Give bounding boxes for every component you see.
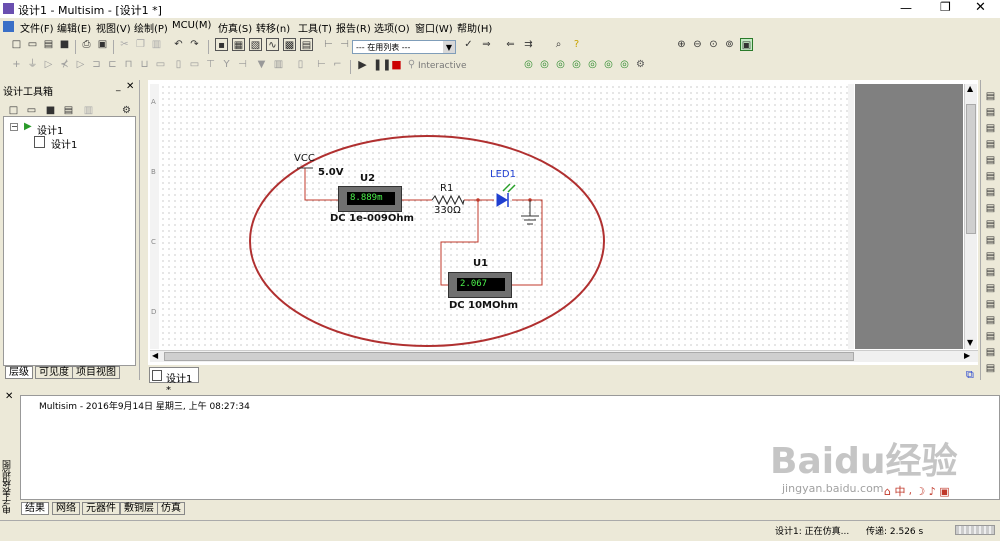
agilent-generator-icon[interactable]: ▤: [984, 314, 997, 327]
u2-description: DC 1e-009Ohm: [330, 213, 414, 224]
r1-label: R1: [440, 183, 454, 194]
simulation-progress: [955, 525, 995, 535]
resistor-r1: [431, 194, 465, 206]
tray-icons: ⌂ 中 ⸴ ☽ ♪ ▣: [884, 483, 984, 498]
u2-display: 8.889m: [347, 192, 395, 205]
led-label: LED1: [490, 169, 516, 180]
four-channel-oscilloscope-icon[interactable]: ▤: [984, 154, 997, 167]
logic-converter-icon[interactable]: ▤: [984, 218, 997, 231]
vcc-value: 5.0V: [318, 167, 344, 178]
wattmeter-icon[interactable]: ▤: [984, 122, 997, 135]
tab-results[interactable]: 结果: [21, 502, 49, 515]
junction-1: [476, 198, 480, 202]
tab-nets[interactable]: 网络: [52, 502, 80, 515]
scroll-right-icon[interactable]: ▶: [964, 351, 970, 360]
horizontal-scrollbar[interactable]: ◀ ▶: [150, 350, 978, 362]
logic-analyzer-icon[interactable]: ▤: [984, 234, 997, 247]
horizontal-scroll-thumb[interactable]: [164, 352, 854, 361]
scroll-left-icon[interactable]: ◀: [152, 351, 158, 360]
oscilloscope-icon[interactable]: ▤: [984, 138, 997, 151]
scroll-up-icon[interactable]: ▲: [967, 84, 973, 93]
scroll-down-icon[interactable]: ▼: [967, 338, 973, 347]
tab-design1[interactable]: 设计1 *: [149, 367, 199, 396]
agilent-multimeter-icon[interactable]: ▤: [984, 330, 997, 343]
watermark: Baidu经验 jingyan.baidu.com: [770, 432, 970, 512]
current-probe-icon[interactable]: ▤: [984, 362, 997, 375]
distortion-analyzer-icon[interactable]: ▤: [984, 266, 997, 279]
ground-symbol: [521, 200, 539, 225]
spreadsheet-side-title: 电子表格视图: [3, 460, 13, 514]
vcc-label: VCC: [294, 153, 315, 164]
r1-value: 330Ω: [434, 205, 461, 216]
simulation-state: 设计1: 正在仿真...: [775, 527, 850, 537]
tab-components[interactable]: 元器件: [82, 502, 120, 515]
transient-time: 传递: 2.526 s: [866, 527, 924, 537]
spectrum-analyzer-icon[interactable]: ▤: [984, 282, 997, 295]
vertical-scrollbar[interactable]: ▲ ▼: [964, 84, 977, 349]
network-analyzer-icon[interactable]: ▤: [984, 298, 997, 311]
sheet-nav-icon[interactable]: ⧉: [966, 368, 974, 382]
ammeter-u2[interactable]: 8.889m: [338, 186, 402, 212]
instruments-toolbar: ▤ ▤ ▤ ▤ ▤ ▤ ▤ ▤ ▤ ▤ ▤ ▤ ▤ ▤ ▤ ▤ ▤ ▤: [980, 80, 1000, 380]
watermark-url: jingyan.baidu.com: [782, 482, 884, 495]
led-symbol: [496, 183, 516, 207]
tektronix-scope-icon[interactable]: ▤: [984, 346, 997, 359]
u2-label: U2: [360, 173, 376, 184]
multimeter-icon[interactable]: ▤: [984, 90, 997, 103]
function-generator-icon[interactable]: ▤: [984, 106, 997, 119]
status-bar: 设计1: 正在仿真... 传递: 2.526 s: [0, 520, 1000, 541]
spreadsheet-tabs: 结果 网络 元器件 敷铜层 仿真: [20, 502, 520, 517]
bottom-close-icon[interactable]: ✕: [5, 391, 13, 402]
tray-icon[interactable]: ⌂ 中 ⸴ ☽ ♪ ▣: [884, 485, 950, 498]
watermark-brand: Baidu经验: [770, 441, 958, 482]
tab-copper-layers[interactable]: 敷铜层: [120, 502, 158, 515]
frequency-counter-icon[interactable]: ▤: [984, 186, 997, 199]
wire-u1-right: [511, 199, 543, 286]
word-generator-icon[interactable]: ▤: [984, 202, 997, 215]
voltmeter-u1[interactable]: 2.067: [448, 272, 512, 298]
iv-analyzer-icon[interactable]: ▤: [984, 250, 997, 263]
u1-label: U1: [473, 258, 489, 269]
vertical-scroll-thumb[interactable]: [966, 104, 976, 234]
document-tab-strip: 设计1 * ⧉: [148, 366, 980, 396]
u1-display: 2.067: [457, 278, 505, 291]
u1-description: DC 10MOhm: [449, 300, 519, 311]
bode-plotter-icon[interactable]: ▤: [984, 170, 997, 183]
tab-simulation[interactable]: 仿真: [157, 502, 185, 515]
sheet-tab-icon: [152, 370, 162, 381]
log-entry: Multisim - 2016年9月14日 星期三, 上午 08:27:34: [39, 402, 250, 412]
